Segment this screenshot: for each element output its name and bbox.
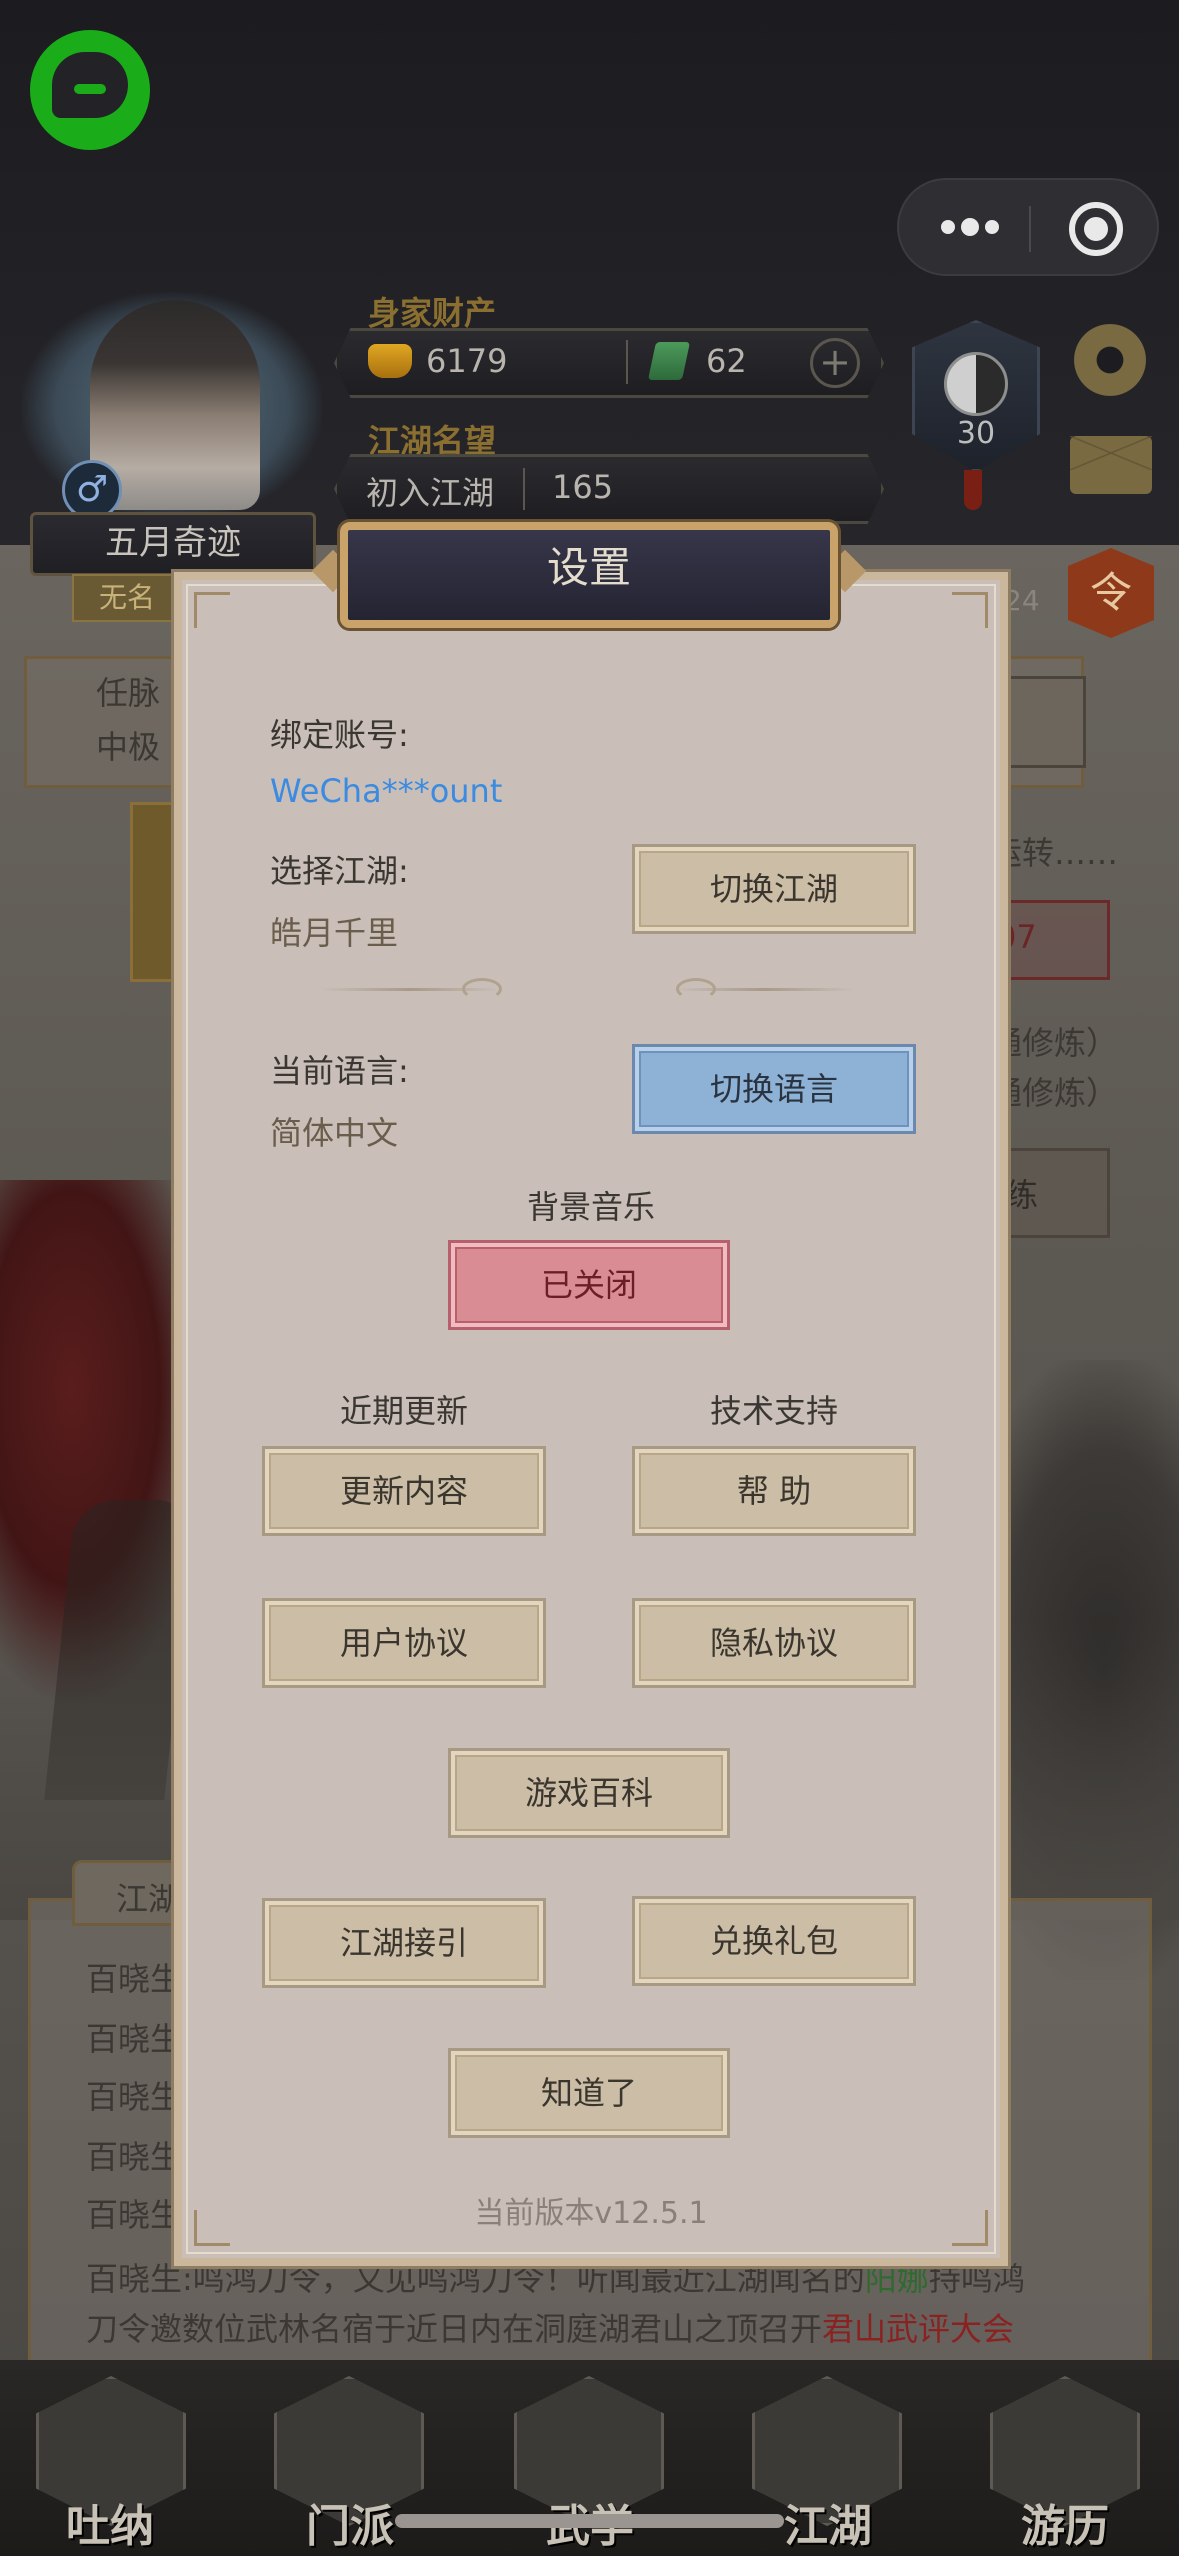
scroll-book[interactable] [130,802,176,982]
bg-right-text-3: 通修炼） [990,1074,1119,1112]
gear-icon[interactable] [1068,318,1152,402]
chat-speaker: 百晓生 [86,2078,183,2116]
tech-support-label: 技术支持 [709,1392,838,1430]
bg-small-number: 24 [1004,584,1040,617]
redeem-gift-button[interactable]: 兑换礼包 [632,1896,916,1986]
more-icon[interactable] [941,220,955,234]
nav-label-travel[interactable]: 游历 [975,2490,1155,2554]
order-icon[interactable]: 令 [1068,548,1154,638]
chat-speaker: 百晓生 [86,1960,183,1998]
switch-world-button[interactable]: 切换江湖 [632,844,916,934]
language-label: 当前语言: [270,1052,409,1090]
chat-speaker: 百晓生 [86,2138,183,2176]
select-world-label: 选择江湖: [270,852,409,890]
yinyang-icon [944,352,1008,416]
corner-ornament-icon [952,592,988,628]
user-agreement-button[interactable]: 用户协议 [262,1598,546,1688]
bg-right-text-2: 通修炼） [990,1024,1119,1062]
fame-value: 165 [552,468,614,506]
help-button[interactable]: 帮 助 [632,1446,916,1536]
taiji-level: 30 [956,416,996,451]
app-logo-icon [30,30,150,150]
wealth-bar [334,328,884,398]
bound-account: WeCha***ount [270,772,503,810]
tassel-icon [964,470,982,510]
nav-label-breathe[interactable]: 吐纳 [20,2490,200,2554]
chat-speaker: 百晓生 [86,2020,183,2058]
divider-ornament-icon [462,978,502,1000]
corner-ornament-icon [194,592,230,628]
player-title: 无名 [72,574,182,622]
gold-ingot-icon [368,344,412,378]
switch-language-button[interactable]: 切换语言 [632,1044,916,1134]
game-wiki-button[interactable]: 游戏百科 [448,1748,730,1838]
jade-amount: 62 [706,342,747,380]
bg-practice-label: 练 [1006,1176,1039,1214]
got-it-button[interactable]: 知道了 [448,2048,730,2138]
chat-speaker: 百晓生 [86,2196,183,2234]
mini-program-capsule [897,178,1159,276]
player-name: 五月奇迹 [30,512,316,576]
meridian-line-1: 任脉 [96,674,161,712]
jianghu-guide-button[interactable]: 江湖接引 [262,1898,546,1988]
divider-ornament-icon [676,978,716,1000]
recent-updates-label: 近期更新 [339,1392,468,1430]
bg-right-text-1: 运转…… [990,834,1119,872]
music-toggle-button[interactable]: 已关闭 [448,1240,730,1330]
meridian-panel-button[interactable] [1000,676,1086,768]
update-content-button[interactable]: 更新内容 [262,1446,546,1536]
bind-account-label: 绑定账号: [270,716,409,754]
dialog-title: 设置 [546,543,631,592]
music-label: 背景音乐 [526,1188,655,1226]
chat-tab-label: 江湖 [116,1880,181,1918]
home-indicator[interactable] [395,2514,784,2528]
fame-rank: 初入江湖 [366,474,495,512]
current-world: 皓月千里 [270,914,399,952]
version-text: 当前版本v12.5.1 [474,2196,708,2231]
wealth-label: 身家财产 [368,294,497,332]
meridian-line-2: 中极 [96,728,161,766]
privacy-agreement-button[interactable]: 隐私协议 [632,1598,916,1688]
gender-icon: ♂ [62,460,122,520]
gold-amount: 6179 [426,342,508,380]
add-currency-button[interactable]: + [810,338,860,388]
current-language: 简体中文 [270,1114,399,1152]
chat-line-2: 刀令邀数位武林名宿于近日内在洞庭湖君山之顶召开君山武评大会 [86,2310,1015,2348]
